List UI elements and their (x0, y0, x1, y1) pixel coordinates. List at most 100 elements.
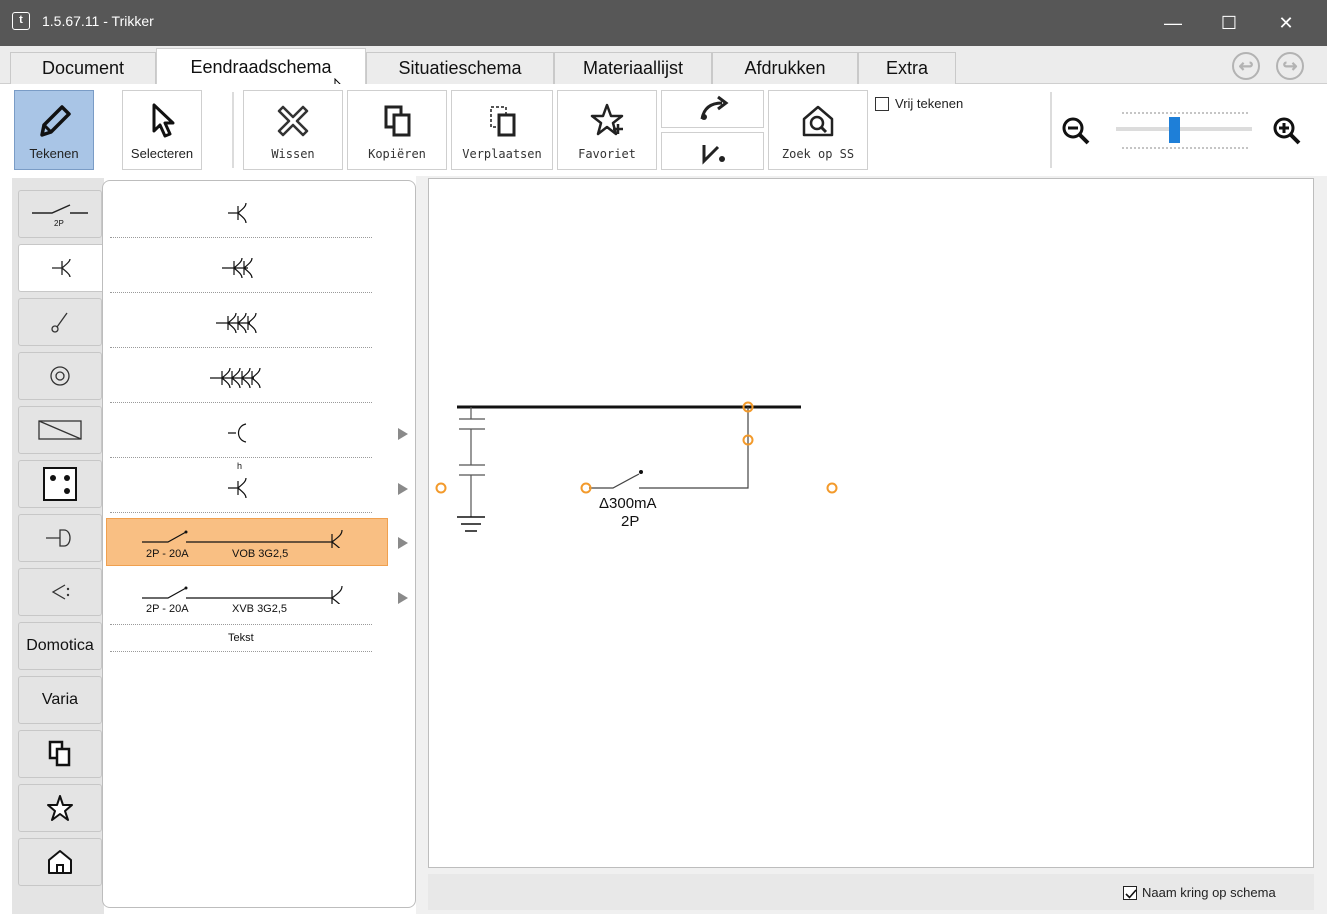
tab-afdrukken[interactable]: Afdrukken (712, 52, 858, 84)
tab-materiaallijst[interactable]: Materiaallijst (554, 52, 712, 84)
star-plus-icon (558, 101, 656, 146)
zoom-slider-track[interactable] (1116, 127, 1252, 131)
rail-domotica-button[interactable]: Domotica (18, 622, 102, 670)
draw-tool-button[interactable]: Tekenen (14, 90, 94, 170)
undo-arrow-icon[interactable]: ↩ (1232, 52, 1260, 80)
move-button[interactable]: Verplaatsen (451, 90, 553, 170)
rail-socket-button[interactable] (18, 244, 106, 292)
rail-house-button[interactable] (18, 838, 102, 886)
zoom-slider-thumb[interactable] (1169, 117, 1180, 143)
sensor-icon (51, 584, 70, 600)
palette-item-socket-no-earth[interactable] (110, 410, 372, 458)
rail-device-button[interactable] (18, 406, 102, 454)
app-icon: t (12, 12, 30, 30)
window-title: 1.5.67.11 - Trikker (42, 13, 154, 29)
free-draw-checkbox[interactable] (875, 97, 889, 111)
favorite-button[interactable]: Favoriet (557, 90, 657, 170)
expand-arrow-icon[interactable] (398, 592, 408, 604)
rail-switch-button[interactable]: 2P (18, 190, 102, 238)
zoom-in-icon[interactable] (1272, 116, 1302, 146)
socket-h-icon: h (228, 461, 247, 499)
rcd-label: Δ300mA (599, 495, 657, 512)
connector-point (826, 482, 838, 494)
rail-favorites-button[interactable] (18, 784, 102, 832)
socket-single-icon (228, 202, 247, 224)
find-on-ss-button[interactable]: Zoek op SS (768, 90, 868, 170)
find-on-ss-label: Zoek op SS (781, 147, 855, 161)
copy-icon (348, 101, 446, 146)
socket-icon (51, 258, 71, 278)
cursor-arrow-icon (123, 101, 201, 146)
palette-item-socket-single[interactable] (110, 190, 372, 238)
status-bar: Naam kring op schema (428, 874, 1314, 910)
copy-label: Kopiëren (368, 147, 426, 161)
erase-x-icon (244, 101, 342, 146)
rail-push-button[interactable] (18, 514, 102, 562)
name-on-schema-label: Naam kring op schema (1142, 885, 1276, 900)
palette-text-label: Tekst (228, 632, 254, 644)
light-switch-icon (51, 312, 68, 333)
rail-lamp-button[interactable] (18, 352, 102, 400)
insert-before-button[interactable] (661, 132, 764, 170)
circuit-drop-line (655, 407, 749, 489)
schema-drawing (435, 401, 838, 532)
free-draw-label: Vrij tekenen (895, 96, 964, 111)
tab-extra[interactable]: Extra (858, 52, 956, 84)
favorite-label: Favoriet (578, 147, 636, 161)
minimize-button[interactable]: — (1145, 0, 1201, 46)
circuit-cable-label: VOB 3G2,5 (232, 548, 289, 560)
name-on-schema-checkbox[interactable] (1123, 886, 1137, 900)
checkmark-icon (1125, 889, 1137, 899)
copy-button[interactable]: Kopiëren (347, 90, 447, 170)
maximize-button[interactable]: ☐ (1201, 0, 1257, 46)
tab-situatieschema[interactable]: Situatieschema (366, 52, 554, 84)
house-icon (48, 850, 72, 874)
star-icon (47, 795, 73, 821)
erase-button[interactable]: Wissen (243, 90, 343, 170)
rail-light-switch-button[interactable] (18, 298, 102, 346)
zoom-out-icon[interactable] (1061, 116, 1091, 146)
toolbar-separator (232, 92, 234, 168)
palette-item-socket-triple[interactable] (110, 300, 372, 348)
palette-item-socket-h[interactable]: h (110, 461, 372, 513)
expand-arrow-icon[interactable] (398, 483, 408, 495)
socket-no-earth-icon (228, 423, 247, 443)
palette-item-socket-quad[interactable] (110, 355, 372, 403)
dice-box-icon (43, 467, 77, 501)
rail-outlet-box-button[interactable] (18, 460, 102, 508)
select-tool-button[interactable]: Selecteren (122, 90, 202, 170)
schema-canvas[interactable]: Δ300mA 2P (428, 178, 1314, 868)
rail-sensor-button[interactable] (18, 568, 102, 616)
insert-after-button[interactable] (661, 90, 764, 128)
circuit-protection-label: 2P - 20A (146, 603, 189, 615)
earth-symbol-icon (457, 516, 485, 532)
arrow-left-down-icon (702, 145, 725, 165)
lamp-icon (50, 366, 70, 386)
close-button[interactable]: ✕ (1258, 0, 1314, 46)
socket-h-mark: h (237, 461, 242, 471)
pencil-icon (15, 101, 93, 146)
draw-tool-label: Tekenen (29, 146, 79, 161)
rail-varia-button[interactable]: Varia (18, 676, 102, 724)
circuit-line-icon (142, 585, 343, 604)
tab-document[interactable]: Document (10, 52, 156, 84)
switch-2p-icon: 2P (32, 204, 88, 228)
expand-arrow-icon[interactable] (398, 537, 408, 549)
copy-icon (48, 740, 71, 767)
expand-arrow-icon[interactable] (398, 428, 408, 440)
socket-double-icon (222, 257, 253, 279)
push-button-icon (46, 529, 71, 547)
circuit-line-icon (142, 529, 343, 548)
house-search-icon (769, 101, 867, 146)
move-label: Verplaatsen (462, 147, 542, 161)
redo-arrow-icon[interactable]: ↪ (1276, 52, 1304, 80)
zoom-slider-ticks-bottom (1122, 147, 1248, 149)
palette-item-socket-double[interactable] (110, 245, 372, 293)
erase-label: Wissen (271, 147, 315, 161)
select-tool-label: Selecteren (130, 146, 194, 161)
rail-copy-button[interactable] (18, 730, 102, 778)
rcd-poles-label: 2P (621, 513, 640, 530)
move-icon (452, 101, 552, 146)
title-bar: t 1.5.67.11 - Trikker — ☐ ✕ (0, 0, 1327, 46)
zoom-slider-ticks-top (1122, 112, 1248, 114)
